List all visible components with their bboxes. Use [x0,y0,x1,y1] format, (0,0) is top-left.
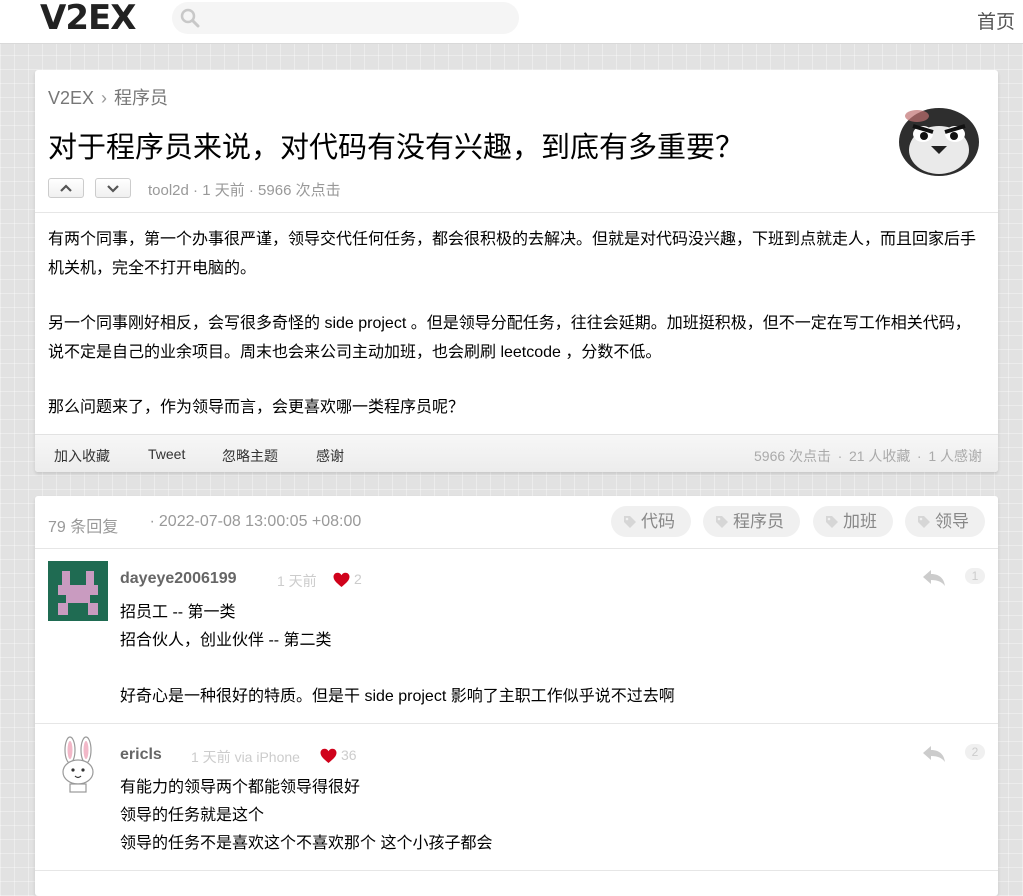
reply-line: 招员工 -- 第一类 [120,604,236,621]
reply-arrow-icon[interactable] [921,568,947,588]
tag-label: 领导 [935,512,969,531]
reply-line: 领导的任务不是喜欢这个不喜欢那个 这个小孩子都会 [120,835,493,852]
topic-author[interactable]: tool2d [148,182,189,199]
tag-label: 加班 [843,512,877,531]
breadcrumb-node[interactable]: 程序员 [114,88,168,108]
clicks-stat: 5966 次点击 [754,448,832,464]
topic-meta: tool2d · 1 天前 · 5966 次点击 [148,179,341,200]
reply-content: 有能力的领导两个都能领导得很好 领导的任务就是这个 领导的任务不是喜欢这个不喜欢… [120,774,492,858]
reply-line: 有能力的领导两个都能领导得很好 [120,779,361,796]
tweet-link[interactable]: Tweet [148,446,185,462]
upvote-button[interactable] [48,178,84,198]
reply-arrow-icon[interactable] [921,744,947,764]
stat-separator: ∙ [917,448,922,464]
favorite-link[interactable]: 加入收藏 [54,446,110,466]
breadcrumb: V2EX › 程序员 [48,84,168,110]
reply-line: 领导的任务就是这个 [120,807,265,824]
topic-box: V2EX › 程序员 对于程序员来说，对代码有没有兴趣，到底有多重要？ tool2d… [35,70,998,472]
reply-time: 1 天前 via iPhone [191,749,300,765]
favorites-stat: 21 人收藏 [848,448,911,464]
divider [35,723,998,724]
author-avatar[interactable] [893,96,985,176]
reply-likes: 2 [354,571,362,587]
stat-separator: ∙ [838,448,842,464]
tag-label: 代码 [641,512,675,531]
topic-stats: 5966 次点击 ∙ 21 人收藏 ∙ 1 人感谢 [754,446,982,466]
content-paragraph: 那么问题来了，作为领导而言，会更喜欢哪一类程序员呢？ [48,399,465,416]
divider [35,212,998,213]
reply-time: 1 天前 [277,573,317,589]
ignore-topic-link[interactable]: 忽略主题 [222,446,278,466]
tag-icon [716,516,728,528]
reply-content: 招员工 -- 第一类 招合伙人，创业伙伴 -- 第二类 好奇心是一种很好的特质。… [120,599,675,711]
floor-number: 1 [965,568,985,584]
content-paragraph: 另一个同事刚好相反，会写很多奇怪的 side project 。但是领导分配任务… [48,315,971,361]
tag-code[interactable]: 代码 [611,506,691,537]
downvote-button[interactable] [95,178,131,198]
search-input[interactable] [172,2,519,34]
divider [35,870,998,871]
reply-username[interactable]: ericls [120,746,162,764]
heart-icon [320,748,337,763]
reply-line: 好奇心是一种很好的特质。但是干 side project 影响了主职工作似乎说不… [120,688,675,705]
thanks-stat: 1 人感谢 [928,448,982,464]
content-paragraph: 有两个同事，第一个办事很严谨，领导交代任何任务，都会很积极的去解决。但就是对代码… [48,231,977,277]
chevron-down-icon [107,185,119,193]
replies-box: 79 条回复 ∙ 2022-07-08 13:00:05 +08:00 代码 程… [35,496,998,896]
user-avatar[interactable] [48,736,108,796]
reply-username[interactable]: dayeye2006199 [120,570,237,588]
tag-label: 程序员 [733,512,784,531]
tag-icon [826,516,838,528]
tag-icon [624,516,636,528]
tag-leader[interactable]: 领导 [905,506,985,537]
tag-overtime[interactable]: 加班 [813,506,893,537]
breadcrumb-home[interactable]: V2EX [48,88,94,108]
topic-content: 有两个同事，第一个办事很严谨，领导交代任何任务，都会很积极的去解决。但就是对代码… [48,225,983,448]
breadcrumb-separator: › [101,88,108,108]
topic-meta-tail: · 1 天前 · 5966 次点击 [188,182,341,199]
heart-icon [333,572,350,587]
chevron-up-icon [60,184,72,192]
thank-link[interactable]: 感谢 [316,446,344,466]
divider [35,548,998,549]
reply-count: 79 条回复 [48,519,119,536]
search-icon [180,8,200,28]
reply-line: 招合伙人，创业伙伴 -- 第二类 [120,632,332,649]
home-link[interactable]: 首页 [977,7,1015,34]
user-avatar[interactable] [48,561,108,621]
tag-programmer[interactable]: 程序员 [703,506,800,537]
topic-title: 对于程序员来说，对代码有没有兴趣，到底有多重要？ [48,132,745,164]
reply-likes: 36 [341,747,357,763]
reply-header-date: ∙ 2022-07-08 13:00:05 +08:00 [150,513,362,530]
tag-icon [918,516,930,528]
floor-number: 2 [965,744,985,760]
reply-line [120,655,675,683]
topic-footer: 加入收藏 Tweet 忽略主题 感谢 5966 次点击 ∙ 21 人收藏 ∙ 1 人感谢 [35,434,998,472]
top-navigation-bar: V2EX 首页 [0,0,1023,44]
v2ex-logo[interactable]: V2EX [40,0,136,38]
